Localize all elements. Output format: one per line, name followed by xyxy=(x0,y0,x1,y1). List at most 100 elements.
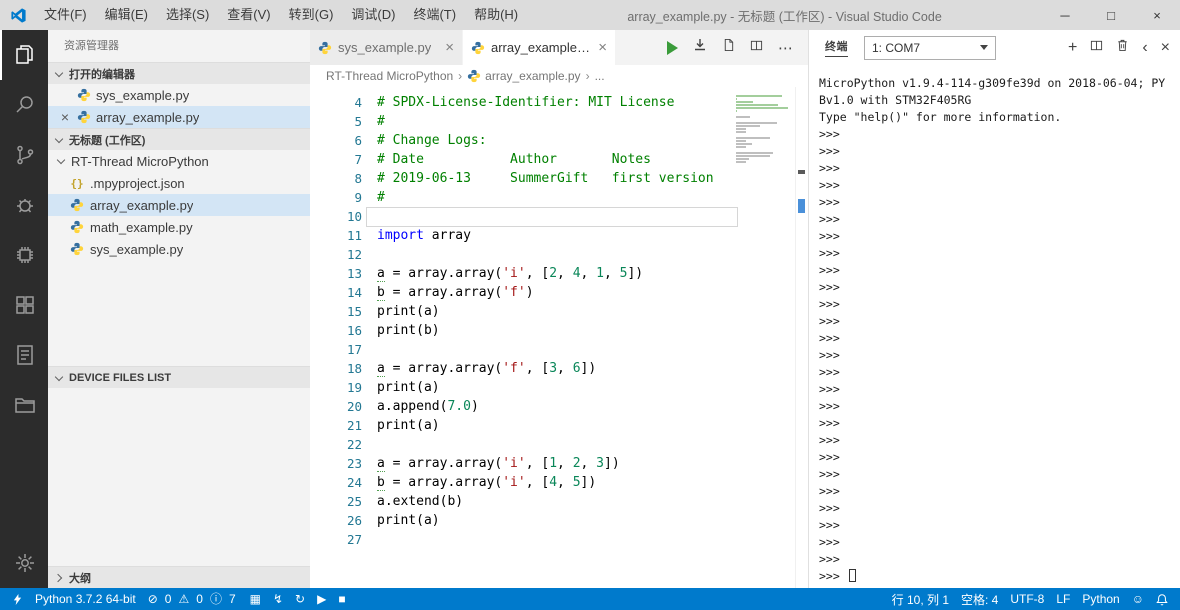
new-terminal-icon[interactable]: + xyxy=(1068,39,1077,56)
tab-array_example.py[interactable]: array_example.py × xyxy=(463,30,616,65)
code-editor[interactable]: 4 # SPDX-License-Identifier: MIT License 5… xyxy=(310,87,808,588)
tree-item[interactable]: {} .mpyproject.json xyxy=(48,172,310,194)
explorer-icon[interactable] xyxy=(0,30,48,80)
close-icon[interactable]: × xyxy=(445,39,454,56)
code-line[interactable]: 15 print(a) xyxy=(310,302,808,321)
menu-item[interactable]: 编辑(E) xyxy=(96,0,157,30)
language-mode[interactable]: Python xyxy=(1076,588,1125,610)
code-line[interactable]: 14 b = array.array('f') xyxy=(310,283,808,302)
menu-item[interactable]: 文件(F) xyxy=(35,0,96,30)
code-line[interactable]: 27 xyxy=(310,530,808,549)
code-line[interactable]: 11 import array xyxy=(310,226,808,245)
minimap[interactable] xyxy=(736,95,794,167)
code-line[interactable]: 20 a.append(7.0) xyxy=(310,397,808,416)
section-open-editors[interactable]: 打开的编辑器 xyxy=(48,62,310,84)
terminal-select[interactable]: 1: COM7 xyxy=(864,35,996,60)
code-line[interactable]: 8 # 2019-06-13 SummerGift first version xyxy=(310,169,808,188)
menu-item[interactable]: 终端(T) xyxy=(404,0,465,30)
code-line[interactable]: 5 # xyxy=(310,112,808,131)
code-line[interactable]: 24 b = array.array('i', [4, 5]) xyxy=(310,473,808,492)
run-icon[interactable] xyxy=(667,40,678,55)
menu-item[interactable]: 帮助(H) xyxy=(465,0,527,30)
connection-icon[interactable] xyxy=(6,588,29,610)
breadcrumb-item[interactable]: array_example.py xyxy=(467,69,581,83)
source-control-icon[interactable] xyxy=(0,130,48,180)
split-terminal-icon[interactable] xyxy=(1090,39,1103,57)
board-icon[interactable]: ▦ xyxy=(244,588,267,610)
panel-title[interactable]: 终端 xyxy=(825,38,848,57)
breadcrumb-item[interactable]: RT-Thread MicroPython xyxy=(326,69,453,83)
notes-icon[interactable] xyxy=(0,330,48,380)
code-line[interactable]: 23 a = array.array('i', [1, 2, 3]) xyxy=(310,454,808,473)
code-line[interactable]: 13 a = array.array('i', [2, 4, 1, 5]) xyxy=(310,264,808,283)
code-line[interactable]: 26 print(a) xyxy=(310,511,808,530)
extensions-icon[interactable] xyxy=(0,280,48,330)
editor-group: sys_example.py × array_example.py × ⋯ RT-Th… xyxy=(310,30,808,588)
editor-scrollbar[interactable] xyxy=(795,87,808,588)
section-workspace[interactable]: 无标题 (工作区) xyxy=(48,128,310,150)
tree-folder[interactable]: RT-Thread MicroPython xyxy=(48,150,310,172)
code-line[interactable]: 17 xyxy=(310,340,808,359)
close-button[interactable]: × xyxy=(1134,0,1180,30)
maximize-button[interactable]: □ xyxy=(1088,0,1134,30)
menu-item[interactable]: 转到(G) xyxy=(280,0,343,30)
bolt-icon[interactable]: ↯ xyxy=(267,588,289,610)
close-icon[interactable]: × xyxy=(598,39,607,56)
settings-gear-icon[interactable] xyxy=(0,538,48,588)
code-line[interactable]: 19 print(a) xyxy=(310,378,808,397)
open-editor-item[interactable]: ×sys_example.py xyxy=(48,84,310,106)
encoding[interactable]: UTF-8 xyxy=(1004,588,1050,610)
debug-icon[interactable] xyxy=(0,180,48,230)
device-icon[interactable] xyxy=(0,230,48,280)
menu-item[interactable]: 调试(D) xyxy=(342,0,404,30)
code-line[interactable]: 25 a.extend(b) xyxy=(310,492,808,511)
section-device-files[interactable]: DEVICE FILES LIST xyxy=(48,366,310,388)
code-line[interactable]: 21 print(a) xyxy=(310,416,808,435)
close-icon[interactable]: × xyxy=(58,110,72,124)
code-line[interactable]: 4 # SPDX-License-Identifier: MIT License xyxy=(310,93,808,112)
minimize-button[interactable]: ─ xyxy=(1042,0,1088,30)
code-line[interactable]: 6 # Change Logs: xyxy=(310,131,808,150)
move-panel-icon[interactable]: ‹ xyxy=(1142,39,1147,56)
tree-item[interactable]: math_example.py xyxy=(48,216,310,238)
code-line[interactable]: 22 xyxy=(310,435,808,454)
chevron-down-icon xyxy=(52,133,66,147)
code-line[interactable]: 9 # xyxy=(310,188,808,207)
terminal-line: >>> xyxy=(819,263,840,277)
kill-terminal-icon[interactable] xyxy=(1116,38,1129,57)
notifications-bell-icon[interactable] xyxy=(1150,588,1174,610)
code-line[interactable]: 18 a = array.array('f', [3, 6]) xyxy=(310,359,808,378)
cursor-position[interactable]: 行 10, 列 1 xyxy=(886,588,955,610)
tab-sys_example.py[interactable]: sys_example.py × xyxy=(310,30,463,65)
tree-item[interactable]: sys_example.py xyxy=(48,238,310,260)
problems-indicator[interactable]: ⊘ 0 ⚠ 0 ⓘ 7 xyxy=(142,588,244,610)
more-actions-icon[interactable]: ⋯ xyxy=(778,39,794,57)
section-outline[interactable]: 大纲 xyxy=(48,566,310,588)
tree-item[interactable]: array_example.py xyxy=(48,194,310,216)
menu-item[interactable]: 选择(S) xyxy=(157,0,218,30)
breadcrumb-item[interactable]: ... xyxy=(595,69,605,83)
close-panel-icon[interactable]: × xyxy=(1161,39,1170,56)
code-line[interactable]: 10 xyxy=(310,207,808,227)
menu-item[interactable]: 查看(V) xyxy=(218,0,279,30)
search-icon[interactable] xyxy=(0,80,48,130)
terminal-line: >>> xyxy=(819,212,840,226)
python-file-icon xyxy=(318,41,332,54)
download-icon[interactable] xyxy=(693,38,707,57)
stop-icon[interactable]: ■ xyxy=(332,588,351,610)
indentation[interactable]: 空格: 4 xyxy=(955,588,1004,610)
terminal-line: >>> xyxy=(819,450,840,464)
eol[interactable]: LF xyxy=(1050,588,1076,610)
folders-icon[interactable] xyxy=(0,380,48,430)
split-editor-icon[interactable] xyxy=(750,39,763,57)
code-line[interactable]: 16 print(b) xyxy=(310,321,808,340)
terminal-output[interactable]: MicroPython v1.9.4-114-g309fe39d on 2018… xyxy=(809,65,1180,588)
code-line[interactable]: 12 xyxy=(310,245,808,264)
open-editor-item[interactable]: × array_example.py xyxy=(48,106,310,128)
run-file-icon[interactable]: ▶ xyxy=(311,588,332,610)
python-interpreter[interactable]: Python 3.7.2 64-bit xyxy=(29,588,142,610)
feedback-smiley-icon[interactable]: ☺ xyxy=(1126,588,1150,610)
code-line[interactable]: 7 # Date Author Notes xyxy=(310,150,808,169)
sync-icon[interactable]: ↻ xyxy=(289,588,311,610)
file-icon[interactable] xyxy=(722,38,735,57)
